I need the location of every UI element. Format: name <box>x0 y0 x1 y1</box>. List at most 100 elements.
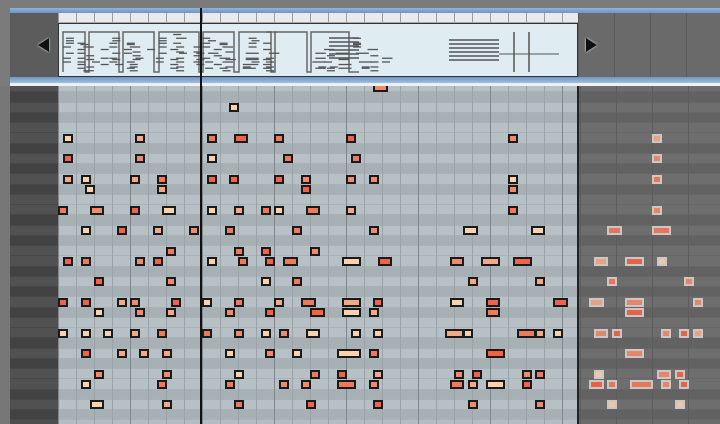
midi-note[interactable] <box>607 400 617 410</box>
midi-note[interactable] <box>206 256 217 266</box>
midi-note[interactable] <box>233 297 244 307</box>
midi-note[interactable] <box>94 369 104 379</box>
midi-note[interactable] <box>553 297 568 307</box>
midi-note[interactable] <box>301 185 311 194</box>
midi-note[interactable] <box>80 256 91 266</box>
midi-note[interactable] <box>274 297 284 307</box>
midi-note[interactable] <box>80 349 91 358</box>
midi-note[interactable] <box>508 185 518 194</box>
midi-note[interactable] <box>508 133 518 143</box>
midi-note[interactable] <box>517 328 536 338</box>
midi-note[interactable] <box>350 328 361 338</box>
midi-note[interactable] <box>652 133 662 143</box>
midi-note[interactable] <box>134 308 145 317</box>
midi-note[interactable] <box>368 226 379 235</box>
midi-note[interactable] <box>274 205 284 215</box>
midi-note[interactable] <box>337 369 347 379</box>
midi-note[interactable] <box>449 379 464 389</box>
midi-note[interactable] <box>346 205 356 215</box>
midi-note[interactable] <box>310 246 320 256</box>
midi-note[interactable] <box>553 328 563 338</box>
midi-note[interactable] <box>512 256 532 266</box>
midi-note[interactable] <box>58 205 68 215</box>
midi-note[interactable] <box>301 297 316 307</box>
midi-note[interactable] <box>206 154 217 164</box>
midi-note[interactable] <box>292 277 302 287</box>
midi-note[interactable] <box>80 226 91 235</box>
midi-note[interactable] <box>679 328 689 338</box>
midi-note[interactable] <box>692 328 703 338</box>
midi-note[interactable] <box>535 400 545 410</box>
midi-note[interactable] <box>449 297 464 307</box>
midi-note[interactable] <box>292 349 302 358</box>
midi-note[interactable] <box>130 205 140 215</box>
midi-note[interactable] <box>593 256 608 266</box>
midi-note[interactable] <box>445 328 464 338</box>
midi-note[interactable] <box>463 328 473 338</box>
midi-note[interactable] <box>229 103 239 112</box>
midi-note[interactable] <box>625 308 644 317</box>
midi-note[interactable] <box>625 256 644 266</box>
midi-note[interactable] <box>625 297 644 307</box>
midi-note[interactable] <box>508 174 518 184</box>
midi-note[interactable] <box>652 226 671 235</box>
midi-note[interactable] <box>80 379 91 389</box>
midi-note[interactable] <box>449 256 464 266</box>
midi-note[interactable] <box>341 308 361 317</box>
midi-note[interactable] <box>629 379 653 389</box>
midi-note[interactable] <box>94 277 104 287</box>
midi-note[interactable] <box>202 297 212 307</box>
midi-note[interactable] <box>103 328 113 338</box>
midi-note[interactable] <box>310 369 320 379</box>
midi-note[interactable] <box>58 297 68 307</box>
midi-note[interactable] <box>368 379 379 389</box>
midi-note[interactable] <box>130 174 140 184</box>
midi-note[interactable] <box>265 349 275 358</box>
midi-note[interactable] <box>94 308 104 317</box>
midi-note[interactable] <box>377 256 392 266</box>
midi-note[interactable] <box>607 277 617 287</box>
midi-note[interactable] <box>202 328 212 338</box>
midi-note[interactable] <box>305 205 320 215</box>
midi-note[interactable] <box>62 174 73 184</box>
midi-note[interactable] <box>373 86 388 92</box>
midi-note[interactable] <box>116 349 127 358</box>
midi-note[interactable] <box>224 226 235 235</box>
midi-note[interactable] <box>593 328 608 338</box>
midi-note[interactable] <box>278 379 289 389</box>
midi-note[interactable] <box>485 379 505 389</box>
midi-note[interactable] <box>373 297 383 307</box>
midi-note[interactable] <box>454 369 464 379</box>
midi-note[interactable] <box>278 328 289 338</box>
midi-note[interactable] <box>485 349 505 358</box>
piano-keys[interactable] <box>10 86 58 424</box>
midi-note[interactable] <box>346 133 356 143</box>
midi-note[interactable] <box>652 174 662 184</box>
midi-note[interactable] <box>152 226 163 235</box>
piano-roll[interactable] <box>0 86 720 424</box>
midi-note[interactable] <box>161 349 172 358</box>
midi-note[interactable] <box>535 328 545 338</box>
midi-note[interactable] <box>274 174 284 184</box>
midi-note[interactable] <box>652 205 662 215</box>
midi-note[interactable] <box>611 328 622 338</box>
midi-note[interactable] <box>368 349 379 358</box>
clip-overview[interactable] <box>58 23 578 77</box>
midi-note[interactable] <box>134 154 145 164</box>
midi-note[interactable] <box>233 369 244 379</box>
midi-note[interactable] <box>301 379 311 389</box>
midi-note[interactable] <box>157 174 167 184</box>
midi-note[interactable] <box>130 297 140 307</box>
midi-note[interactable] <box>206 205 217 215</box>
midi-note[interactable] <box>62 256 73 266</box>
midi-note[interactable] <box>116 297 127 307</box>
midi-note[interactable] <box>341 256 361 266</box>
midi-note[interactable] <box>485 308 500 317</box>
midi-note[interactable] <box>674 400 685 410</box>
midi-note[interactable] <box>260 205 271 215</box>
midi-note[interactable] <box>656 369 671 379</box>
midi-note[interactable] <box>467 400 478 410</box>
midi-note[interactable] <box>260 246 271 256</box>
midi-note[interactable] <box>310 308 325 317</box>
midi-note[interactable] <box>692 297 703 307</box>
